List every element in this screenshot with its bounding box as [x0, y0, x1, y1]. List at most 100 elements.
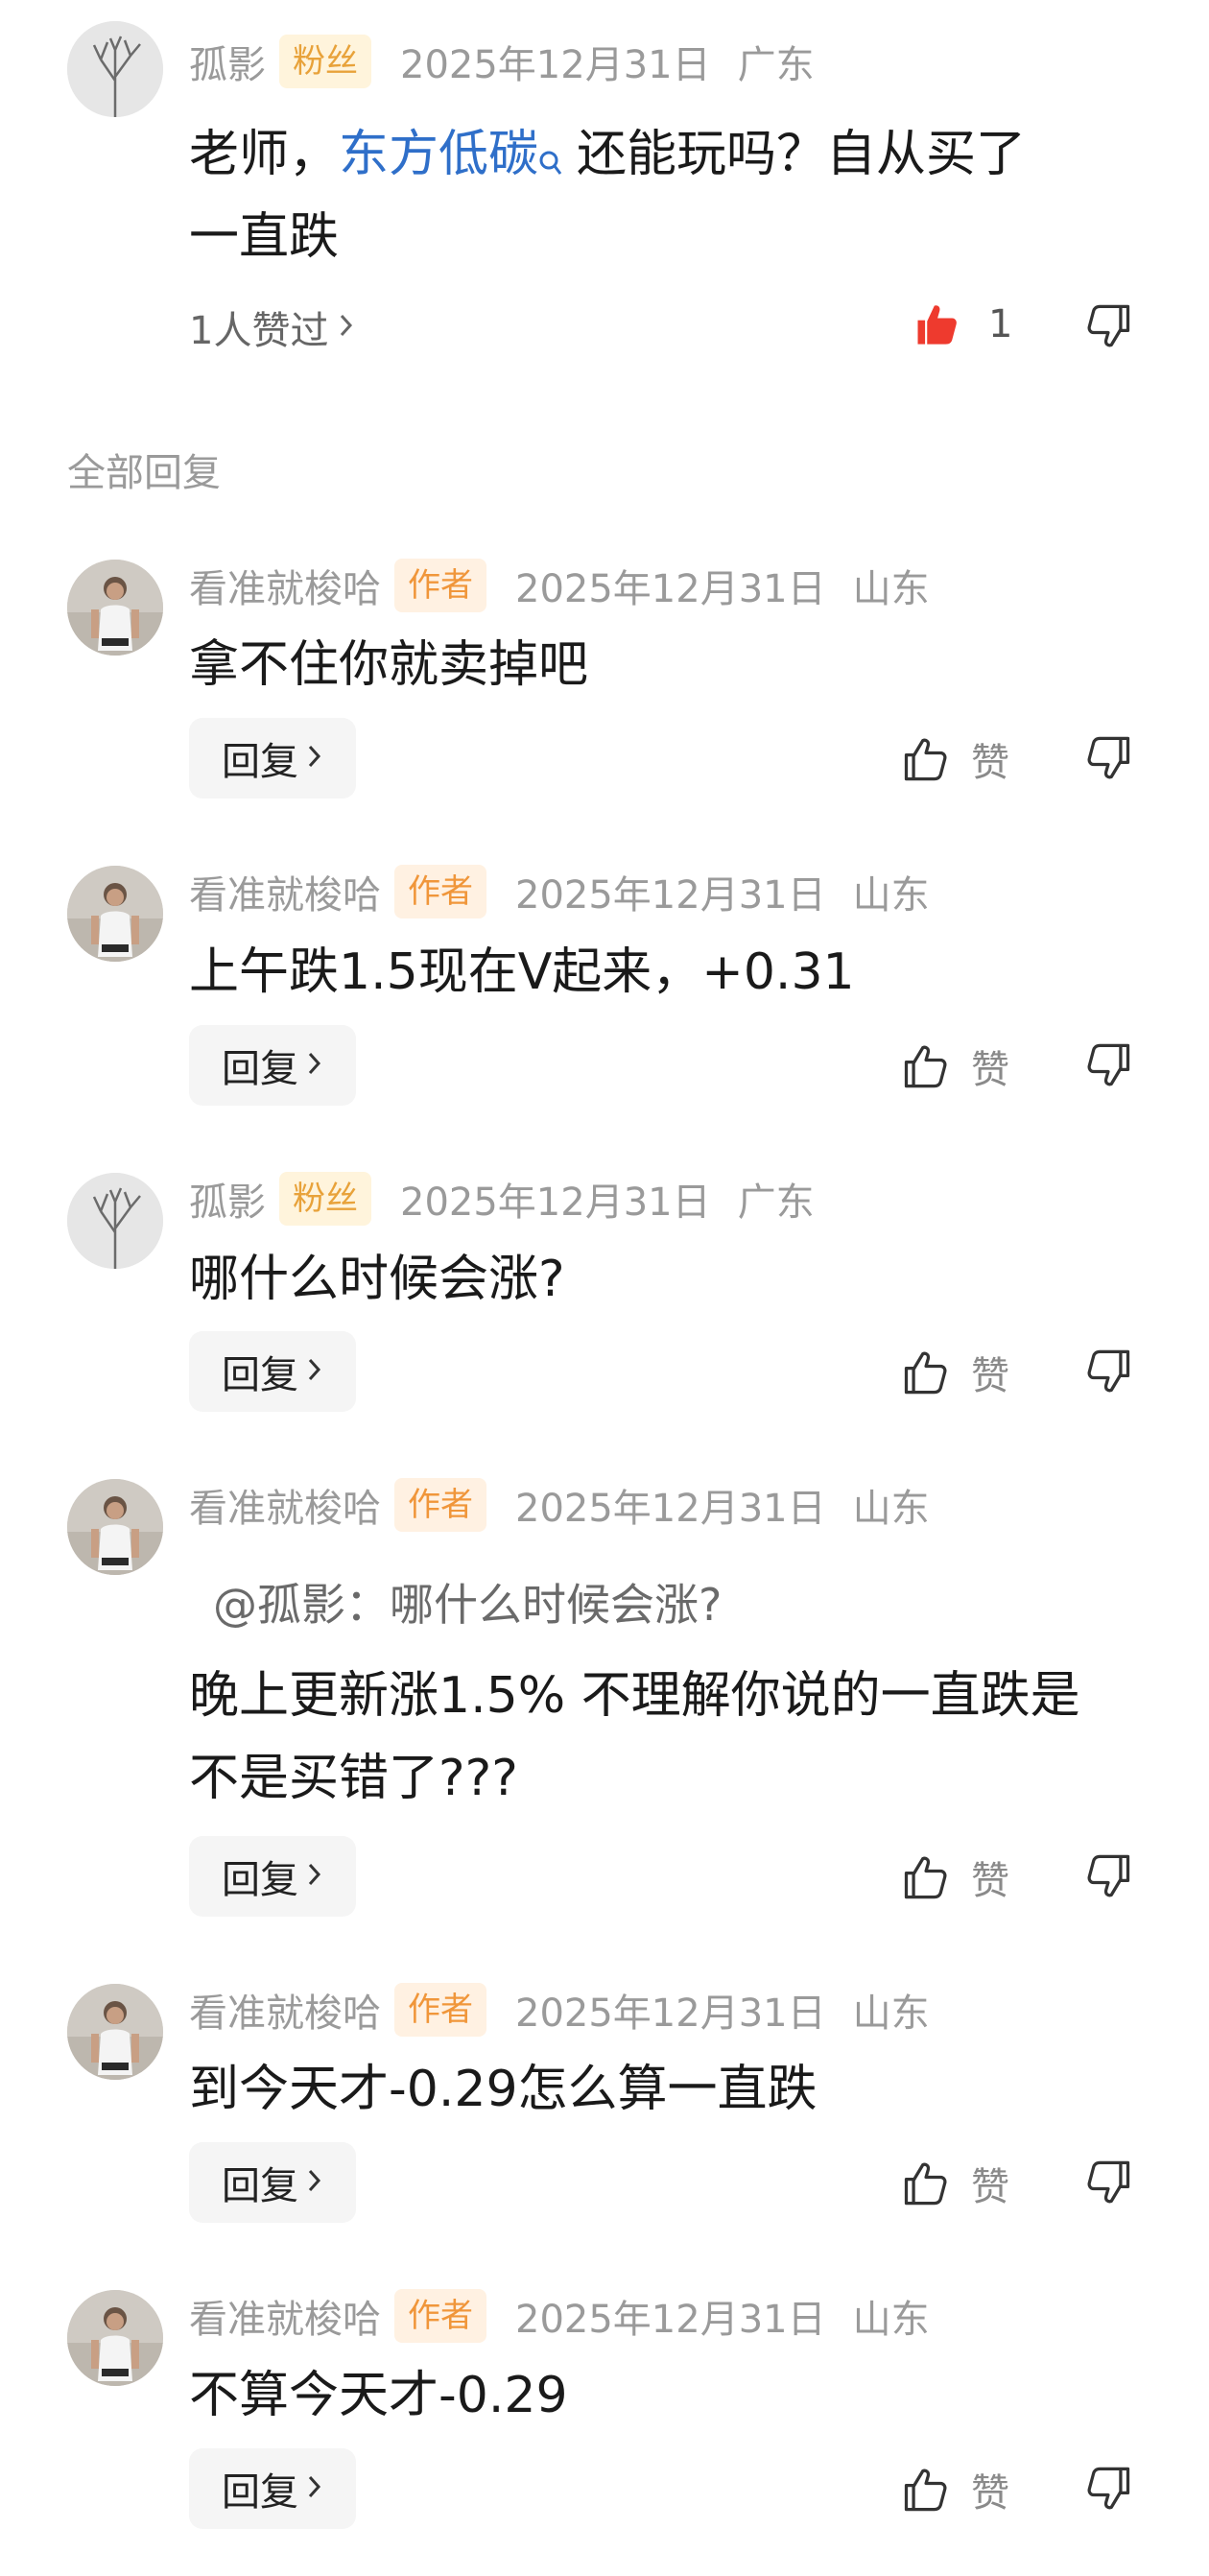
- like-label: 赞: [971, 741, 1009, 785]
- username[interactable]: 看准就梭哈: [189, 1982, 381, 2038]
- chevron-right-icon: [306, 1043, 323, 1087]
- avatar[interactable]: [67, 560, 163, 656]
- like-button[interactable]: 赞: [900, 1038, 1009, 1094]
- stock-link[interactable]: 东方低碳: [339, 126, 538, 183]
- like-count: 1: [988, 302, 1013, 346]
- thumbs-down-icon: [1084, 1851, 1134, 1901]
- thumbs-down-icon: [1084, 301, 1134, 351]
- reply-button[interactable]: 回复: [189, 1331, 356, 1412]
- dislike-button[interactable]: [1084, 1851, 1134, 1905]
- reply-location: 山东: [852, 567, 930, 611]
- comment-text-part: 还能玩吗？自从买了: [577, 126, 1027, 183]
- reply-time: 2025年12月31日: [515, 1992, 826, 2036]
- avatar[interactable]: [67, 866, 163, 962]
- thumbs-up-icon: [900, 1348, 950, 1397]
- reply-time: 2025年12月31日: [400, 1181, 711, 1225]
- reply-location: 广东: [737, 1181, 815, 1225]
- thumbs-up-icon: [900, 1852, 950, 1902]
- like-button[interactable]: 1: [912, 299, 1012, 349]
- section-title: 全部回复: [67, 451, 221, 495]
- like-label: 赞: [971, 2165, 1009, 2209]
- like-button[interactable]: 赞: [900, 1849, 1009, 1905]
- dislike-button[interactable]: [1084, 733, 1134, 787]
- avatar[interactable]: [67, 21, 163, 117]
- avatar[interactable]: [67, 1984, 163, 2080]
- like-button[interactable]: 赞: [900, 2156, 1009, 2211]
- reply-button-label: 回复: [222, 2164, 298, 2208]
- username[interactable]: 看准就梭哈: [189, 558, 381, 613]
- avatar[interactable]: [67, 1479, 163, 1575]
- avatar-image: [67, 866, 163, 962]
- reply-meta: 看准就梭哈 作者 2025年12月31日 山东: [189, 863, 930, 920]
- avatar[interactable]: [67, 1173, 163, 1269]
- reply-meta: 看准就梭哈 作者 2025年12月31日 山东: [189, 1981, 930, 2039]
- chevron-right-icon: [306, 736, 323, 780]
- dislike-button[interactable]: [1084, 1040, 1134, 1094]
- thumbs-up-icon: [900, 1041, 950, 1091]
- author-badge: 作者: [394, 865, 486, 918]
- comment-meta: 孤影 粉丝 2025年12月31日 广东: [189, 33, 815, 90]
- username[interactable]: 看准就梭哈: [189, 1477, 381, 1533]
- username[interactable]: 看准就梭哈: [189, 2288, 381, 2344]
- reply-button[interactable]: 回复: [189, 2142, 356, 2223]
- username[interactable]: 看准就梭哈: [189, 864, 381, 919]
- comment-location: 广东: [737, 43, 815, 87]
- quoted-comment[interactable]: @孤影：哪什么时候会涨?: [213, 1570, 722, 1634]
- reply-time: 2025年12月31日: [515, 2298, 826, 2342]
- reply-text: 上午跌1.5现在V起来，+0.31: [189, 943, 855, 1001]
- username[interactable]: 孤影: [189, 34, 266, 89]
- reply-button[interactable]: 回复: [189, 1836, 356, 1917]
- dislike-button[interactable]: [1084, 2464, 1134, 2517]
- author-badge: 作者: [394, 1478, 486, 1532]
- likers-count: 1人赞过: [189, 309, 329, 353]
- reply-button[interactable]: 回复: [189, 718, 356, 799]
- dislike-button[interactable]: [1084, 2158, 1134, 2211]
- thumbs-up-filled-icon: [917, 305, 957, 345]
- thumbs-up-icon: [900, 2465, 950, 2515]
- avatar[interactable]: [67, 2290, 163, 2386]
- author-badge: 作者: [394, 2289, 486, 2343]
- like-label: 赞: [971, 1354, 1009, 1398]
- reply-button-label: 回复: [222, 1858, 298, 1902]
- reply-button[interactable]: 回复: [189, 2448, 356, 2529]
- fan-badge: 粉丝: [279, 35, 371, 88]
- reply-location: 山东: [852, 1992, 930, 2036]
- likers-link[interactable]: 1人赞过: [189, 303, 355, 353]
- avatar-image: [67, 560, 163, 656]
- like-label: 赞: [971, 1859, 1009, 1903]
- reply-text: 哪什么时候会涨?: [189, 1251, 565, 1308]
- comment-text-line2: 一直跌: [189, 208, 340, 266]
- author-badge: 作者: [394, 1983, 486, 2037]
- reply-time: 2025年12月31日: [515, 567, 826, 611]
- like-button[interactable]: 赞: [900, 731, 1009, 787]
- thumbs-up-icon: [900, 2159, 950, 2208]
- chevron-right-icon: [338, 305, 355, 349]
- reply-meta: 看准就梭哈 作者 2025年12月31日 山东: [189, 2287, 930, 2345]
- reply-text: 不算今天才-0.29: [189, 2367, 568, 2424]
- search-icon[interactable]: [538, 121, 563, 203]
- thumbs-down-icon: [1084, 2464, 1134, 2514]
- avatar-image: [67, 1173, 163, 1269]
- reply-button-label: 回复: [222, 1353, 298, 1397]
- chevron-right-icon: [306, 1349, 323, 1394]
- reply-meta: 看准就梭哈 作者 2025年12月31日 山东: [189, 1476, 930, 1534]
- reply-location: 山东: [852, 873, 930, 918]
- comment-text-part: 老师，: [189, 126, 340, 183]
- chevron-right-icon: [306, 2160, 323, 2205]
- dislike-button[interactable]: [1084, 1347, 1134, 1400]
- thumbs-down-icon: [1084, 1347, 1134, 1396]
- reply-button-label: 回复: [222, 2470, 298, 2515]
- like-label: 赞: [971, 1048, 1009, 1092]
- reply-location: 山东: [852, 1487, 930, 1531]
- reply-button[interactable]: 回复: [189, 1025, 356, 1106]
- thumbs-down-icon: [1084, 733, 1134, 783]
- like-button[interactable]: 赞: [900, 2462, 1009, 2517]
- reply-button-label: 回复: [222, 740, 298, 784]
- like-button[interactable]: 赞: [900, 1345, 1009, 1400]
- avatar-image: [67, 2290, 163, 2386]
- comment-time: 2025年12月31日: [400, 43, 711, 87]
- chevron-right-icon: [306, 1854, 323, 1898]
- reply-text-line2: 不是买错了???: [189, 1750, 518, 1807]
- username[interactable]: 孤影: [189, 1171, 266, 1227]
- dislike-button[interactable]: [1084, 301, 1134, 355]
